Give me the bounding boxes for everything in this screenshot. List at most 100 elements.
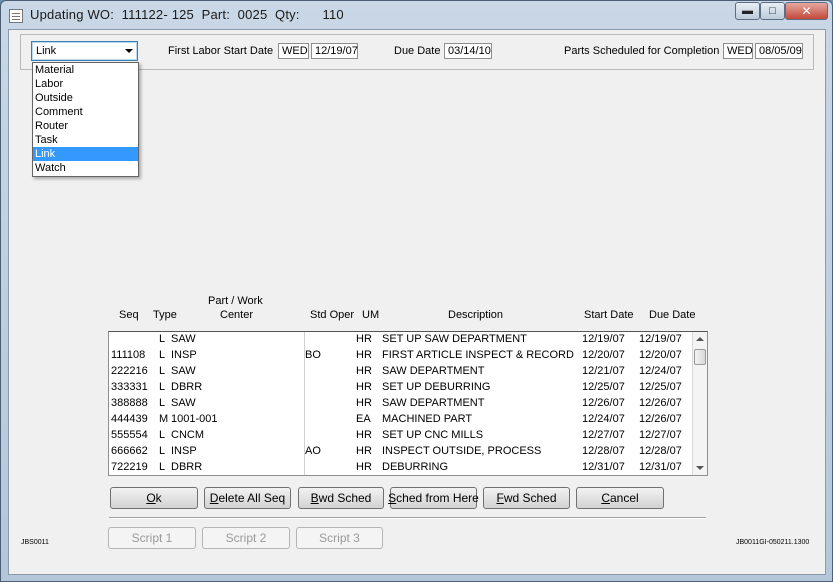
grid-scrollbar[interactable] bbox=[692, 332, 707, 475]
sequence-grid[interactable]: L SAW HR SET UP SAW DEPARTMENT 12/19/07 12/19… bbox=[108, 331, 708, 476]
ok-button[interactable]: Ok bbox=[110, 487, 198, 509]
cell-start-date: 12/27/07 bbox=[582, 429, 625, 441]
cell-description: SAW DEPARTMENT bbox=[382, 397, 485, 409]
cell-description: SAW DEPARTMENT bbox=[382, 365, 485, 377]
delete-label: elete All Seq bbox=[218, 491, 286, 505]
dropdown-option-labor[interactable]: Labor bbox=[33, 77, 138, 91]
table-row[interactable]: 333331 L DBRR HR SET UP DEBURRING 12/25/07 12/… bbox=[109, 380, 692, 396]
cell-um: HR bbox=[356, 381, 372, 393]
cell-um: HR bbox=[356, 429, 372, 441]
window-title: Updating WO: 111122- 125 Part: 0025 Qty:… bbox=[30, 7, 344, 22]
fwd-sched-button[interactable]: Fwd Sched bbox=[483, 487, 570, 509]
script-1-button[interactable]: Script 1 bbox=[108, 527, 196, 549]
script-2-button[interactable]: Script 2 bbox=[202, 527, 290, 549]
table-row[interactable]: 722219 L DBRR HR DEBURRING 12/31/07 12/31/07 bbox=[109, 460, 692, 476]
due-date-label: Due Date bbox=[394, 45, 441, 57]
ok-hotkey: O bbox=[146, 491, 156, 505]
minimize-button[interactable]: ▬ bbox=[735, 2, 760, 20]
first-labor-day-field: WED bbox=[278, 43, 309, 59]
table-row[interactable]: L SAW HR SET UP SAW DEPARTMENT 12/19/07 12/19… bbox=[109, 332, 692, 348]
dropdown-option-outside[interactable]: Outside bbox=[33, 91, 138, 105]
cell-type: L bbox=[159, 333, 166, 345]
cancel-label: ancel bbox=[609, 491, 639, 505]
delete-all-seq-button[interactable]: Delete All Seq bbox=[204, 487, 291, 509]
cell-description: DEBURRING bbox=[382, 461, 449, 473]
table-row[interactable]: 222216 L SAW HR SAW DEPARTMENT 12/21/07 12/24/… bbox=[109, 364, 692, 380]
delete-hotkey: D bbox=[209, 491, 219, 505]
col-header-std-oper: Std Oper bbox=[310, 309, 355, 321]
app-window: Updating WO: 111122- 125 Part: 0025 Qty:… bbox=[0, 0, 833, 582]
cell-work-center: DBRR bbox=[171, 381, 203, 393]
separator-line bbox=[109, 517, 706, 519]
cell-due-date: 12/31/07 bbox=[639, 461, 682, 473]
due-date-field[interactable]: 03/14/10 bbox=[444, 43, 492, 59]
sched-hotkey: S bbox=[388, 491, 397, 505]
cell-description: MACHINED PART bbox=[382, 413, 473, 425]
chevron-down-icon[interactable] bbox=[125, 49, 133, 53]
dropdown-option-material[interactable]: Material bbox=[33, 63, 138, 77]
cell-seq: 111108 bbox=[111, 349, 146, 361]
dropdown-option-link[interactable]: Link bbox=[33, 147, 138, 161]
cell-start-date: 12/25/07 bbox=[582, 381, 625, 393]
table-row[interactable]: 555554 L CNCM HR SET UP CNC MILLS 12/27/07 12/… bbox=[109, 428, 692, 444]
cell-type: M bbox=[159, 413, 169, 425]
cell-std-oper: BO bbox=[305, 349, 321, 361]
fwd-label: wd Sched bbox=[503, 491, 557, 505]
col-header-center: Center bbox=[220, 309, 254, 321]
form-body: Link First Labor Start Date WED 12/19/07… bbox=[8, 29, 826, 575]
cell-type: L bbox=[159, 461, 166, 473]
col-header-part-work: Part / Work bbox=[208, 295, 263, 307]
cell-due-date: 12/24/07 bbox=[639, 365, 682, 377]
cell-due-date: 12/28/07 bbox=[639, 445, 682, 457]
bwd-sched-button[interactable]: Bwd Sched bbox=[298, 487, 384, 509]
cell-start-date: 12/28/07 bbox=[582, 445, 625, 457]
scroll-up-icon[interactable] bbox=[696, 337, 704, 341]
dropdown-option-router[interactable]: Router bbox=[33, 119, 138, 133]
cell-seq: 222216 bbox=[111, 365, 148, 377]
title-bar[interactable]: Updating WO: 111122- 125 Part: 0025 Qty:… bbox=[1, 1, 832, 29]
sequence-type-combo[interactable]: Link bbox=[31, 41, 138, 61]
cell-work-center: 1001-001 bbox=[171, 413, 218, 425]
form-code-label: JBS0011 bbox=[21, 539, 49, 546]
dropdown-option-watch[interactable]: Watch bbox=[33, 161, 138, 175]
cell-um: EA bbox=[356, 413, 371, 425]
col-header-um: UM bbox=[362, 309, 380, 321]
cancel-button[interactable]: Cancel bbox=[576, 487, 664, 509]
col-header-type: Type bbox=[153, 309, 177, 321]
sequence-type-value: Link bbox=[36, 45, 57, 57]
parts-scheduled-date-field[interactable]: 08/05/09 bbox=[755, 43, 803, 59]
script-3-button[interactable]: Script 3 bbox=[296, 527, 383, 549]
cell-seq: 666662 bbox=[111, 445, 148, 457]
cell-description: SET UP SAW DEPARTMENT bbox=[382, 333, 527, 345]
cell-um: HR bbox=[356, 461, 372, 473]
close-button[interactable]: ✕ bbox=[785, 2, 828, 20]
cell-seq: 555554 bbox=[111, 429, 148, 441]
dropdown-option-task[interactable]: Task bbox=[33, 133, 138, 147]
table-row[interactable]: 444439 M 1001-001 EA MACHINED PART 12/24/07 12… bbox=[109, 412, 692, 428]
sequence-type-dropdown: Material Labor Outside Comment Router Ta… bbox=[32, 62, 139, 177]
cell-um: HR bbox=[356, 333, 372, 345]
cell-um: HR bbox=[356, 349, 372, 361]
scroll-thumb[interactable] bbox=[694, 349, 706, 365]
first-labor-date-field[interactable]: 12/19/07 bbox=[311, 43, 358, 59]
maximize-button[interactable]: □ bbox=[760, 2, 785, 20]
cell-work-center: INSP bbox=[171, 445, 197, 457]
cell-start-date: 12/19/07 bbox=[582, 333, 625, 345]
sched-from-here-button[interactable]: Sched from Here bbox=[388, 487, 479, 509]
table-row[interactable]: 666662 L INSP AO HR INSPECT OUTSIDE, PROCESS 1… bbox=[109, 444, 692, 460]
cell-work-center: SAW bbox=[171, 365, 196, 377]
cell-type: L bbox=[159, 397, 166, 409]
cell-description: INSPECT OUTSIDE, PROCESS bbox=[382, 445, 542, 457]
cell-due-date: 12/26/07 bbox=[639, 397, 682, 409]
table-row[interactable]: 111108 L INSP BO HR FIRST ARTICLE INSPECT & R… bbox=[109, 348, 692, 364]
cell-start-date: 12/31/07 bbox=[582, 461, 625, 473]
cell-seq: 722219 bbox=[111, 461, 148, 473]
scroll-down-icon[interactable] bbox=[696, 466, 704, 470]
dropdown-option-comment[interactable]: Comment bbox=[33, 105, 138, 119]
cell-um: HR bbox=[356, 365, 372, 377]
cell-work-center: INSP bbox=[171, 349, 197, 361]
cell-due-date: 12/25/07 bbox=[639, 381, 682, 393]
col-header-start-date: Start Date bbox=[584, 309, 634, 321]
cell-description: SET UP DEBURRING bbox=[382, 381, 491, 393]
table-row[interactable]: 388888 L SAW HR SAW DEPARTMENT 12/26/07 12/26/… bbox=[109, 396, 692, 412]
